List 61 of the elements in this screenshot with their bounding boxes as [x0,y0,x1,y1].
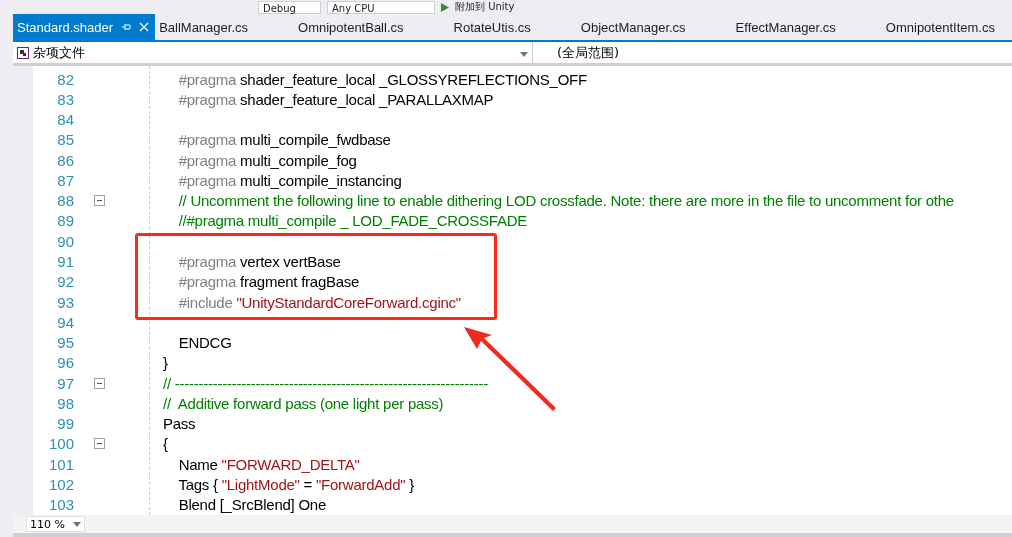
file-tab[interactable]: Standard.shader [13,14,156,40]
attach-button[interactable]: 附加到 Unity [455,0,515,14]
file-tab[interactable]: BallManager.cs [155,14,252,40]
platform-dropdown[interactable]: Any CPU [327,0,435,14]
file-tab[interactable]: OmnipotentItem.cs [881,14,999,40]
play-icon [441,2,449,12]
code-line: // Additive forward pass (one light per pass) [163,394,444,412]
line-number: 88 [56,192,74,210]
collapse-icon[interactable] [93,195,105,207]
code-line: //#pragma multi_compile _ LOD_FADE_CROSSFADE [177,212,527,230]
line-number: 99 [56,415,74,433]
code-line: #include "UnityStandardCoreForward.cginc" [177,293,461,311]
code-line: #pragma multi_compile_fwdbase [177,131,391,149]
line-number: 83 [56,90,74,108]
line-number: 101 [47,455,74,473]
line-number: 86 [56,151,74,169]
code-line: #pragma multi_compile_fog [177,151,357,169]
code-line: // Uncomment the following line to enable dithering LOD crossfade. Note: there are more in the file to uncomment for othe [177,192,954,210]
line-number: 82 [56,70,74,88]
line-number: 97 [56,374,74,392]
line-number: 91 [56,253,74,270]
line-number: 96 [56,354,74,372]
line-number: 85 [56,131,74,149]
line-number: 100 [47,435,74,453]
code-line: Tags { "LightMode" = "ForwardAdd" } [177,475,415,493]
close-icon[interactable] [139,22,150,32]
code-line: #pragma shader_feature_local _GLOSSYREFLECTIONS_OFF [177,70,587,88]
dropdown-arrow-icon [73,521,81,527]
configuration-dropdown[interactable]: Debug [258,0,321,14]
line-number: 98 [56,394,74,412]
collapse-icon[interactable] [93,438,105,450]
code-line: ENDCG [177,334,232,352]
code-line: #pragma fragment fragBase [177,273,360,291]
code-line: #pragma vertex vertBase [177,253,341,270]
file-tab[interactable]: OmnipotentBall.cs [294,14,408,40]
code-line: Blend [_SrcBlend] One [177,496,326,514]
line-number: 84 [56,111,74,129]
file-tab[interactable]: RotateUtis.cs [449,14,535,40]
code-line: #pragma multi_compile_instancing [177,171,402,189]
line-number: 89 [56,212,74,230]
line-number: 92 [56,273,74,291]
collapse-icon[interactable] [93,377,105,389]
file-tab[interactable]: ObjectManager.cs [576,14,690,40]
line-number: 90 [56,232,74,250]
line-number: 94 [56,313,74,331]
code-line: #pragma shader_feature_local _PARALLAXMAP [177,90,494,108]
code-line: } [163,354,168,372]
code-line: // ------------------------------------------------------------------ [163,374,488,392]
line-number: 93 [56,293,74,311]
pin-icon[interactable] [121,22,132,32]
project-icon [17,46,29,59]
code-line: { [163,435,168,453]
line-number: 95 [56,334,74,352]
code-line: Pass [163,415,196,433]
file-tab[interactable]: EffectManager.cs [731,14,840,40]
line-number: 102 [47,475,74,493]
line-number: 87 [56,171,74,189]
code-line: Name "FORWARD_DELTA" [177,455,360,473]
zoom-dropdown[interactable]: 110 % [26,516,85,532]
line-number: 103 [47,496,74,514]
dropdown-arrow-icon [520,52,528,57]
